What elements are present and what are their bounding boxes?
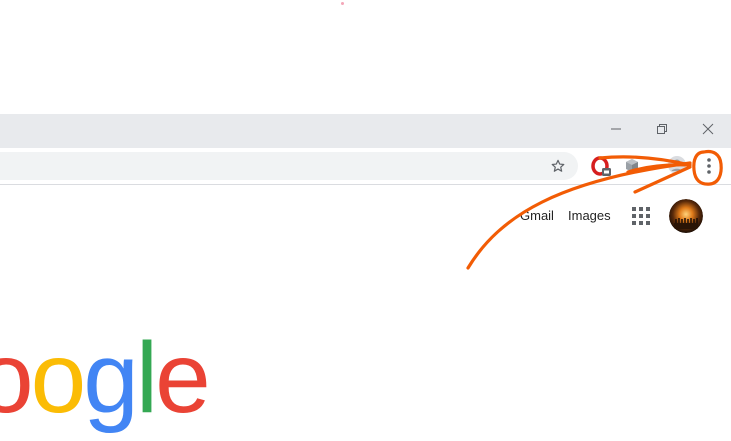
restore-icon xyxy=(657,124,667,134)
star-icon xyxy=(551,159,565,172)
profile-button[interactable] xyxy=(666,154,688,176)
browser-titlebar xyxy=(0,114,731,148)
opera-extension-icon xyxy=(591,156,611,176)
apps-grid-icon xyxy=(632,207,650,225)
restore-button[interactable] xyxy=(642,114,682,144)
profile-icon xyxy=(668,156,686,174)
google-apps-button[interactable] xyxy=(632,207,650,225)
user-avatar xyxy=(669,199,703,233)
close-button[interactable] xyxy=(688,114,728,144)
logo-letter: o xyxy=(30,322,87,434)
logo-letter: l xyxy=(135,322,158,434)
gmail-link[interactable]: Gmail xyxy=(520,208,554,223)
cube-extension-icon xyxy=(626,159,638,172)
images-link[interactable]: Images xyxy=(568,208,611,223)
logo-letter: o xyxy=(0,322,34,434)
stray-dot xyxy=(341,2,344,5)
logo-letter: e xyxy=(155,322,211,434)
logo-letter: g xyxy=(83,322,139,434)
browser-menu-button[interactable] xyxy=(698,154,720,178)
bookmark-star-button[interactable] xyxy=(548,156,568,176)
minimize-icon xyxy=(611,128,621,130)
close-icon xyxy=(702,123,714,135)
opera-extension-button[interactable] xyxy=(590,156,612,178)
vertical-dots-menu-icon xyxy=(707,158,711,174)
screen: Gmail Images oogle xyxy=(0,0,731,441)
browser-toolbar xyxy=(0,148,731,185)
account-avatar-button[interactable] xyxy=(669,199,703,233)
cube-extension-button[interactable] xyxy=(622,156,642,176)
address-bar[interactable] xyxy=(0,152,578,180)
minimize-button[interactable] xyxy=(596,114,636,144)
google-logo: oogle xyxy=(0,318,211,438)
